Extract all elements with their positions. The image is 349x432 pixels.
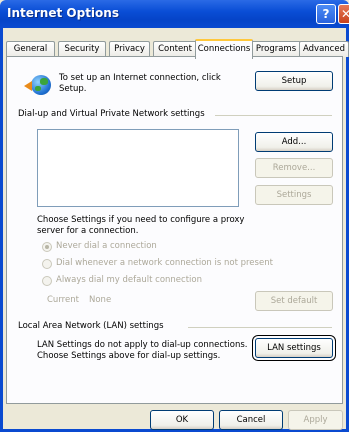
radio-never-dial[interactable]	[42, 242, 52, 252]
connections-panel: To set up an Internet connection, click …	[6, 56, 343, 404]
radio-always-dial-label: Always dial my default connection	[56, 275, 202, 285]
set-default-button[interactable]: Set default	[255, 291, 333, 311]
remove-button[interactable]: Remove...	[255, 158, 333, 178]
lan-text-line1: LAN Settings do not apply to dial-up con…	[37, 340, 248, 350]
tab-advanced[interactable]: Advanced	[299, 41, 349, 57]
internet-globe-icon	[31, 75, 51, 95]
tab-privacy[interactable]: Privacy	[109, 41, 150, 57]
add-button[interactable]: Add...	[255, 132, 333, 152]
radio-dial-whenever-label: Dial whenever a network connection is no…	[56, 258, 273, 268]
window-title: Internet Options	[7, 6, 119, 20]
settings-button[interactable]: Settings	[255, 185, 333, 205]
tab-security[interactable]: Security	[58, 41, 106, 57]
choose-settings-text-line2: server for a connection.	[37, 226, 139, 236]
lan-divider	[188, 327, 332, 328]
current-value: None	[89, 295, 112, 305]
dialup-heading: Dial-up and Virtual Private Network sett…	[18, 109, 205, 119]
dialup-divider	[215, 115, 332, 116]
choose-settings-text-line1: Choose Settings if you need to configure…	[37, 215, 245, 225]
tab-general[interactable]: General	[6, 41, 55, 57]
help-button[interactable]: ?	[316, 4, 336, 24]
tab-content[interactable]: Content	[153, 41, 197, 57]
setup-text-line2: Setup.	[59, 84, 87, 94]
lan-text-line2: Choose Settings above for dial-up settin…	[37, 351, 221, 361]
ok-button[interactable]: OK	[150, 410, 214, 430]
lan-heading: Local Area Network (LAN) settings	[18, 321, 164, 331]
window-frame-left	[0, 28, 3, 432]
lan-settings-button[interactable]: LAN settings	[252, 335, 336, 361]
radio-dial-whenever[interactable]	[42, 259, 52, 269]
current-label: Current	[47, 295, 79, 305]
tab-connections[interactable]: Connections	[195, 39, 253, 59]
cancel-button[interactable]: Cancel	[219, 410, 283, 430]
radio-always-dial[interactable]	[42, 276, 52, 286]
title-bar[interactable]: Internet Options ? ✕	[0, 0, 349, 28]
setup-text-line1: To set up an Internet connection, click	[59, 73, 221, 83]
tab-programs[interactable]: Programs	[251, 41, 301, 57]
close-button[interactable]: ✕	[338, 4, 349, 24]
connections-listbox[interactable]	[37, 129, 239, 207]
apply-button[interactable]: Apply	[288, 410, 343, 430]
radio-never-dial-label: Never dial a connection	[56, 241, 157, 251]
connection-arrow-icon	[24, 81, 32, 91]
setup-button[interactable]: Setup	[255, 71, 333, 91]
